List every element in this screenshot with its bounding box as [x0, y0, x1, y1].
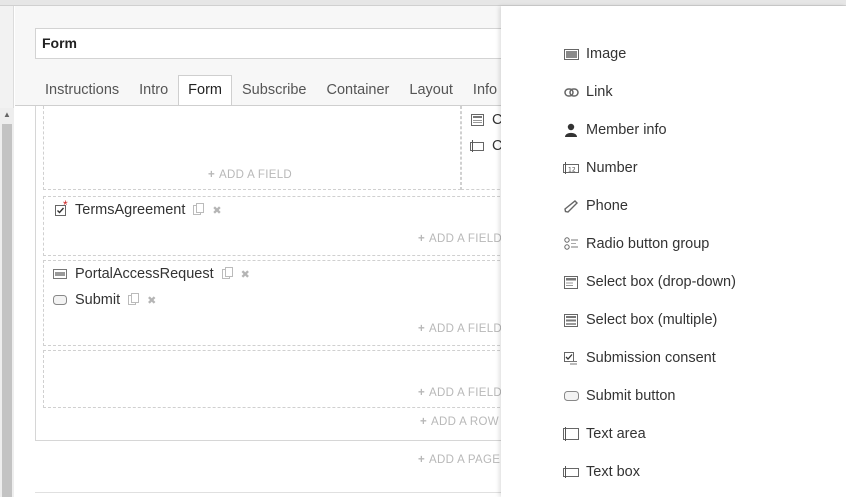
button-icon	[53, 294, 67, 306]
add-page-button[interactable]: + ADD A PAGE	[418, 454, 500, 466]
palette-item-number[interactable]: 12 Number	[563, 160, 638, 176]
palette-item-select-dropdown[interactable]: Select box (drop-down)	[563, 274, 736, 290]
palette-item-submit-button[interactable]: Submit button	[563, 388, 675, 404]
link-icon	[563, 85, 579, 99]
scroll-up-arrow-icon[interactable]: ▲	[2, 110, 12, 120]
dropdown-icon	[470, 114, 484, 126]
field-item[interactable]: C	[470, 138, 502, 154]
checkbox-icon	[53, 204, 67, 216]
radio-group-icon	[563, 237, 579, 251]
plus-icon: +	[418, 387, 426, 399]
plus-icon: +	[208, 169, 216, 181]
delete-icon[interactable]: ✖	[212, 204, 221, 217]
add-field-button[interactable]: + ADD A FIELD	[208, 169, 292, 181]
tab-bar: Instructions Intro Form Subscribe Contai…	[35, 75, 507, 106]
add-field-button[interactable]: + ADD A FIELD	[418, 233, 502, 245]
palette-item-link[interactable]: Link	[563, 84, 613, 100]
tab-intro[interactable]: Intro	[129, 75, 178, 106]
delete-icon[interactable]: ✖	[241, 268, 250, 281]
tab-subscribe[interactable]: Subscribe	[232, 75, 316, 106]
palette-item-submission-consent[interactable]: Submission consent	[563, 350, 716, 366]
add-row-button[interactable]: + ADD A ROW	[420, 416, 499, 428]
dropdown-icon	[563, 275, 579, 289]
field-item[interactable]: C	[470, 112, 502, 128]
plus-icon: +	[418, 323, 426, 335]
palette-item-text-area[interactable]: Text area	[563, 426, 646, 442]
plus-icon: +	[420, 416, 428, 428]
palette-item-member-info[interactable]: Member info	[563, 122, 667, 138]
phone-icon	[563, 199, 579, 213]
person-icon	[563, 123, 579, 137]
text-box-icon	[563, 465, 579, 479]
text-box-icon	[470, 140, 484, 152]
scrollbar-thumb[interactable]	[2, 124, 12, 497]
palette-item-phone[interactable]: Phone	[563, 198, 628, 214]
button-icon	[563, 389, 579, 403]
plus-icon: +	[418, 233, 426, 245]
multi-select-icon	[563, 313, 579, 327]
palette-item-image[interactable]: Image	[563, 46, 626, 62]
image-icon	[563, 47, 579, 61]
text-area-icon	[563, 427, 579, 441]
consent-icon	[563, 351, 579, 365]
add-field-button[interactable]: + ADD A FIELD	[418, 387, 502, 399]
field-submit[interactable]: Submit ✖	[53, 292, 156, 308]
plus-icon: +	[418, 454, 426, 466]
form-cell	[43, 350, 505, 408]
copy-icon[interactable]	[128, 292, 140, 308]
delete-icon[interactable]: ✖	[147, 294, 156, 307]
number-field-icon: 12	[563, 161, 579, 175]
tab-instructions[interactable]: Instructions	[35, 75, 129, 106]
form-name-field[interactable]: Form	[35, 28, 535, 59]
palette-item-text-box[interactable]: Text box	[563, 464, 640, 480]
svg-text:12: 12	[568, 167, 576, 174]
copy-icon[interactable]	[193, 202, 205, 218]
tab-form[interactable]: Form	[178, 75, 233, 106]
field-palette-panel: Image Link Member info 12 Number Phone R…	[501, 6, 846, 497]
palette-item-radio-group[interactable]: Radio button group	[563, 236, 709, 252]
copy-icon[interactable]	[221, 266, 233, 282]
palette-item-select-multiple[interactable]: Select box (multiple)	[563, 312, 717, 328]
divider	[35, 492, 501, 493]
field-terms-agreement[interactable]: TermsAgreement ✖	[53, 202, 222, 218]
add-field-button[interactable]: + ADD A FIELD	[418, 323, 502, 335]
field-portal-access-request[interactable]: PortalAccessRequest ✖	[53, 266, 250, 282]
tab-container[interactable]: Container	[317, 75, 400, 106]
tab-layout[interactable]: Layout	[399, 75, 463, 106]
text-field-icon	[53, 268, 67, 280]
